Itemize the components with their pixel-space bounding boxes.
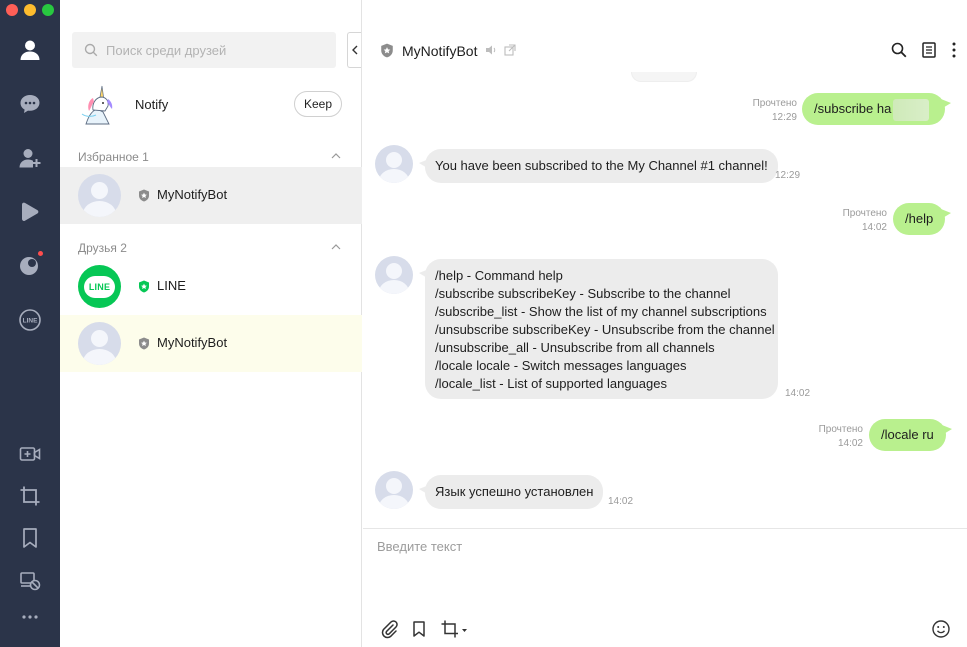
avatar [78,322,121,365]
bot-avatar[interactable] [375,471,413,509]
friends-panel: Notify Keep Избранное 1 MyNotifyBot Друз… [60,0,362,647]
message-meta: Прочтено 14:02 [823,207,887,235]
chevron-up-icon[interactable] [331,242,341,252]
chat-title: MyNotifyBot [402,43,478,59]
collapse-panel-button[interactable] [347,32,361,68]
message-bubble-out[interactable]: /subscribe ha [802,93,951,125]
friend-search[interactable] [72,32,336,68]
search-icon [84,43,98,57]
popout-icon[interactable] [504,44,516,56]
line-logo-text: LINE [84,275,115,298]
friends-header: Друзья 2 [78,241,127,255]
unicorn-icon [81,85,113,125]
help-line: /unsubscribe_all - Unsubscribe from all … [435,340,715,355]
bot-avatar[interactable] [375,256,413,294]
keep-icon[interactable] [14,522,46,554]
timeline-icon[interactable] [14,195,46,227]
add-friend-icon[interactable] [14,142,46,174]
friend-item-mynotifybot[interactable]: MyNotifyBot [60,315,362,372]
friend-name: MyNotifyBot [157,187,228,202]
keep-button[interactable]: Keep [294,91,342,117]
zoom-window-button[interactable] [42,4,54,16]
bot-avatar[interactable] [375,145,413,183]
message-meta: Прочтено 14:02 [799,423,863,451]
app-sidebar: LINE [0,0,60,647]
message-text: /locale ru [881,427,934,442]
screenshot-dropdown-icon[interactable] [440,619,468,639]
help-line: /subscribe subscribeKey - Subscribe to t… [435,286,731,301]
friend-name: MyNotifyBot [157,335,228,350]
attach-icon[interactable] [379,619,399,639]
read-status: Прочтено [818,424,863,435]
minimize-window-button[interactable] [24,4,36,16]
message-composer [363,528,967,647]
chat-header: MyNotifyBot [363,0,967,70]
speaker-icon[interactable] [485,44,497,56]
message-text: Язык успешно установлен [435,484,594,499]
svg-text:LINE: LINE [23,318,38,325]
notify-name: Notify [135,97,169,112]
notify-row[interactable]: Notify Keep [60,82,362,128]
bookmark-icon[interactable] [409,619,429,639]
message-time: 14:02 [608,496,634,507]
message-input[interactable] [377,539,947,599]
message-text: You have been subscribed to the My Chann… [435,158,768,173]
message-bubble-out[interactable]: /locale ru [869,419,952,451]
message-bubble-in[interactable]: /help - Command help /subscribe subscrib… [419,259,778,399]
search-icon[interactable] [890,41,908,59]
read-status: Прочтено [752,98,797,109]
message-time: 14:02 [861,222,887,233]
friends-icon[interactable] [14,34,46,66]
help-line: /subscribe_list - Show the list of my ch… [435,304,767,319]
mute-icon[interactable] [14,564,46,596]
message-time: 12:29 [771,112,797,123]
message-text: /help [905,211,934,226]
chevron-up-icon[interactable] [331,151,341,161]
previous-message-edge [631,72,697,82]
more-vertical-icon[interactable] [945,41,963,59]
chevron-left-icon [351,45,357,55]
message-time: 14:02 [837,438,863,449]
friend-name: LINE [157,278,186,293]
notify-avatar [78,84,120,126]
redacted-text [893,98,930,121]
message-bubble-in[interactable]: You have been subscribed to the My Chann… [419,149,778,183]
emoji-icon[interactable] [931,619,951,639]
message-meta: Прочтено 12:29 [733,97,797,125]
official-shield-icon [139,189,149,202]
screenshot-icon[interactable] [14,480,46,512]
friend-item-line[interactable]: LINE LINE [60,258,362,315]
line-logo-avatar: LINE [78,265,121,308]
message-text: /subscribe ha [814,101,892,116]
help-line: /locale locale - Switch messages languag… [435,358,687,373]
window-controls [6,4,54,16]
openchat-icon[interactable] [14,249,46,281]
verified-shield-icon [139,280,149,293]
chats-icon[interactable] [14,88,46,120]
more-icon[interactable] [14,601,46,633]
read-status: Прочтено [842,208,887,219]
message-bubble-in[interactable]: Язык успешно установлен [418,475,604,509]
notification-dot [38,251,43,256]
favorites-header: Избранное 1 [78,150,149,164]
chat-window: MyNotifyBot Прочтено 12:29 /subscribe ha… [363,0,967,647]
avatar [78,174,121,217]
official-shield-icon [381,43,393,58]
help-line: /unsubscribe subscribeKey - Unsubscribe … [435,322,775,337]
message-bubble-out[interactable]: /help [893,203,952,235]
message-time: 14:02 [785,388,811,399]
official-shield-icon [139,337,149,350]
message-time: 12:29 [775,170,801,181]
line-icon[interactable]: LINE [14,304,46,336]
help-line: /help - Command help [435,268,563,283]
search-input[interactable] [106,42,326,58]
favorite-item-mynotifybot[interactable]: MyNotifyBot [60,167,362,224]
help-line: /locale_list - List of supported languag… [435,376,667,391]
close-window-button[interactable] [6,4,18,16]
video-call-icon[interactable] [14,438,46,470]
notes-icon[interactable] [920,41,938,59]
